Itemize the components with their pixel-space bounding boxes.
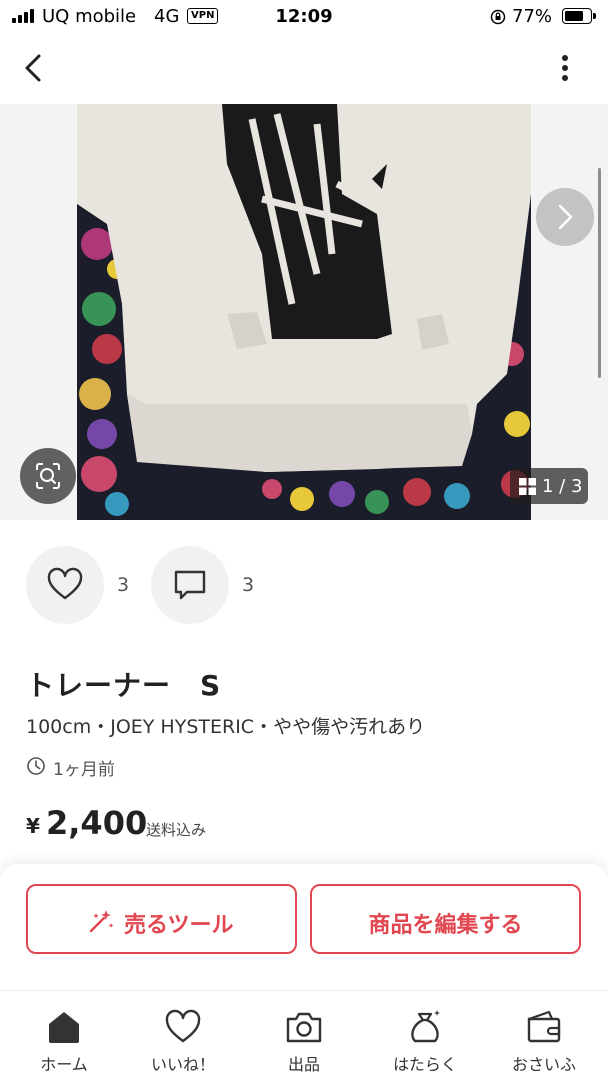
orientation-lock-icon — [490, 9, 506, 25]
tab-work-label: はたらく — [393, 1055, 457, 1074]
heart-icon — [165, 1009, 201, 1043]
battery-icon — [562, 8, 596, 24]
sell-tool-button[interactable]: 売るツール — [26, 884, 297, 954]
image-search-button[interactable] — [20, 448, 76, 504]
price-amount: 2,400 — [46, 804, 148, 842]
currency-symbol: ¥ — [26, 814, 40, 838]
more-options-icon[interactable] — [552, 50, 578, 86]
tab-likes-label: いいね！ — [150, 1055, 215, 1074]
like-button[interactable] — [26, 546, 104, 624]
tab-home-label: ホーム — [40, 1055, 88, 1074]
grid-icon — [519, 478, 536, 495]
battery-level — [565, 11, 583, 21]
chevron-right-icon — [558, 204, 573, 230]
edit-item-button[interactable]: 商品を編集する — [310, 884, 581, 954]
status-bar: UQ mobile 4G VPN 12:09 77% — [0, 0, 608, 34]
product-photo[interactable] — [77, 104, 531, 520]
tab-wallet[interactable]: おさいふ — [494, 1004, 594, 1074]
image-counter: 1 / 3 — [510, 468, 588, 504]
camera-icon — [286, 1012, 322, 1043]
clock-icon — [27, 757, 45, 775]
edit-item-label: 商品を編集する — [368, 913, 523, 938]
posted-time-text: 1ヶ月前 — [53, 760, 115, 780]
lens-search-icon — [36, 463, 60, 489]
next-image-button[interactable] — [536, 188, 594, 246]
sparkle-wand-icon — [89, 910, 114, 933]
tab-listing[interactable]: 出品 — [254, 1004, 354, 1074]
like-count: 3 — [117, 574, 130, 596]
tab-home[interactable]: ホーム — [14, 1004, 114, 1074]
comment-button[interactable] — [151, 546, 229, 624]
image-counter-text: 1 / 3 — [542, 476, 583, 497]
home-icon — [49, 1012, 79, 1043]
tab-bar-divider — [0, 990, 608, 991]
tab-work[interactable]: はたらく — [375, 1004, 475, 1074]
sell-tool-label: 売るツール — [124, 913, 234, 938]
item-meta: 100cm・JOEY HYSTERIC・やや傷や汚れあり — [26, 716, 426, 738]
wallet-icon — [527, 1010, 561, 1043]
comment-icon — [174, 570, 206, 600]
shipping-label: 送料込み — [146, 821, 207, 839]
image-gallery[interactable]: 1 / 3 — [0, 104, 608, 520]
heart-icon — [47, 567, 83, 600]
tab-listing-label: 出品 — [287, 1055, 320, 1074]
tab-likes[interactable]: いいね！ — [133, 1004, 233, 1074]
screen: UQ mobile 4G VPN 12:09 77% 1 / 3 3 3 トレー… — [0, 0, 608, 1080]
item-title: トレーナー S — [26, 669, 222, 702]
gallery-scrollbar[interactable] — [598, 168, 601, 378]
back-icon[interactable] — [18, 50, 50, 86]
battery-percent: 77% — [512, 6, 553, 27]
comment-count: 3 — [242, 574, 255, 596]
tab-wallet-label: おさいふ — [511, 1055, 576, 1074]
money-bag-icon — [411, 1010, 440, 1043]
